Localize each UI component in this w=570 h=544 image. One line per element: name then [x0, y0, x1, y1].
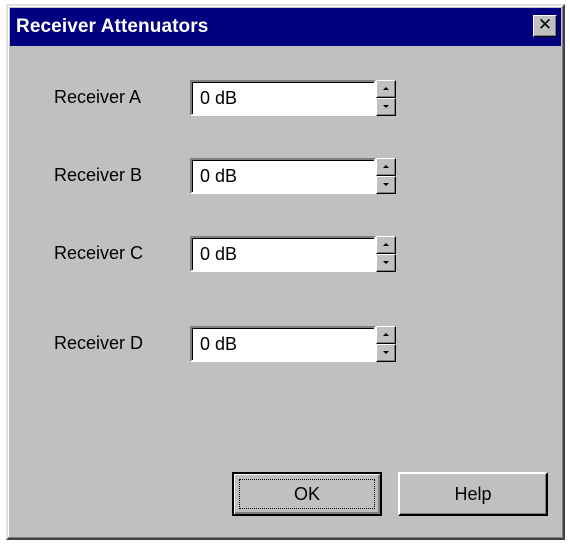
help-button-label: Help [454, 484, 492, 504]
receiver-a-value: 0 dB [200, 88, 238, 108]
receiver-b-spinner [376, 158, 396, 194]
receiver-d-spinner [376, 326, 396, 362]
chevron-up-icon [383, 333, 389, 336]
receiver-d-row: Receiver D 0 dB [8, 324, 563, 364]
receiver-b-row: Receiver B 0 dB [8, 156, 563, 196]
close-button[interactable]: ✕ [533, 15, 557, 37]
receiver-a-field[interactable]: 0 dB [190, 80, 376, 116]
receiver-c-row: Receiver C 0 dB [8, 234, 563, 274]
receiver-a-spinner [376, 80, 396, 116]
receiver-c-value: 0 dB [200, 244, 238, 264]
receiver-a-label: Receiver A [54, 87, 142, 107]
focus-ring [239, 479, 375, 509]
receiver-b-spin-down-button[interactable] [376, 176, 396, 194]
chevron-up-icon [383, 165, 389, 168]
receiver-a-spin-up-button[interactable] [376, 80, 396, 98]
receiver-d-field[interactable]: 0 dB [190, 326, 376, 362]
chevron-down-icon [383, 351, 389, 354]
window-title: Receiver Attenuators [16, 16, 209, 37]
chevron-down-icon [383, 183, 389, 186]
receiver-a-row: Receiver A 0 dB [8, 78, 563, 118]
receiver-b-field[interactable]: 0 dB [190, 158, 376, 194]
receiver-b-value: 0 dB [200, 166, 238, 186]
chevron-down-icon [383, 261, 389, 264]
chevron-down-icon [383, 105, 389, 108]
receiver-attenuators-dialog: Receiver Attenuators ✕ Receiver A 0 dB R… [6, 4, 565, 540]
title-bar: Receiver Attenuators ✕ [10, 8, 561, 46]
receiver-c-spin-down-button[interactable] [376, 254, 396, 272]
receiver-b-label: Receiver B [54, 165, 143, 185]
help-button[interactable]: Help [398, 472, 548, 516]
chevron-up-icon [383, 243, 389, 246]
receiver-c-spinner [376, 236, 396, 272]
receiver-c-label: Receiver C [54, 243, 144, 263]
receiver-b-spin-up-button[interactable] [376, 158, 396, 176]
receiver-d-label: Receiver D [54, 333, 144, 353]
chevron-up-icon [383, 87, 389, 90]
ok-button[interactable]: OK [232, 472, 382, 516]
receiver-c-spin-up-button[interactable] [376, 236, 396, 254]
receiver-d-value: 0 dB [200, 334, 238, 354]
receiver-d-spin-up-button[interactable] [376, 326, 396, 344]
receiver-d-spin-down-button[interactable] [376, 344, 396, 362]
receiver-a-spin-down-button[interactable] [376, 98, 396, 116]
receiver-c-field[interactable]: 0 dB [190, 236, 376, 272]
close-icon: ✕ [537, 15, 553, 35]
